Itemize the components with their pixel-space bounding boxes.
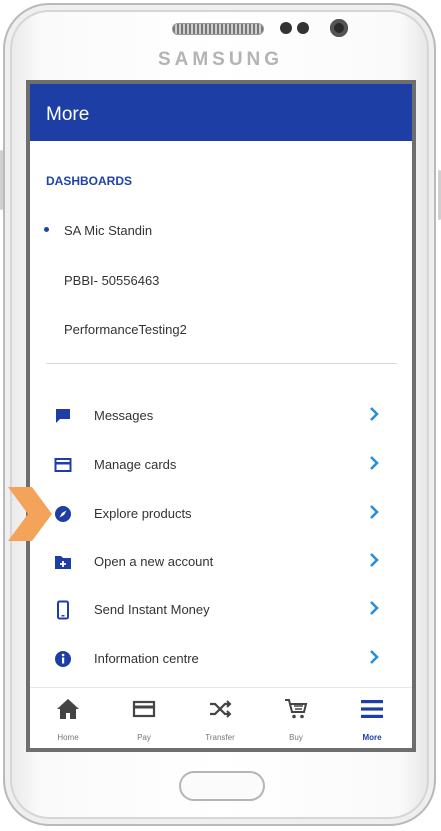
speaker-grille bbox=[172, 23, 264, 35]
home-icon bbox=[57, 699, 79, 719]
tab-pay[interactable]: Pay bbox=[106, 688, 182, 748]
tab-transfer[interactable]: Transfer bbox=[182, 688, 258, 748]
chevron-right-icon bbox=[370, 650, 379, 664]
menu-item-label: Send Instant Money bbox=[94, 602, 210, 617]
app-bar: More bbox=[30, 84, 412, 141]
sensor bbox=[280, 22, 292, 34]
sensor bbox=[297, 22, 309, 34]
menu-item-label: Messages bbox=[94, 408, 154, 423]
tab-label: More bbox=[362, 733, 382, 742]
menu-item-manage-cards[interactable]: Manage cards bbox=[30, 445, 412, 485]
dashboard-item[interactable]: PBBI- 50556463 bbox=[64, 273, 159, 288]
volume-button bbox=[0, 150, 3, 210]
info-icon bbox=[55, 651, 71, 667]
tab-more[interactable]: More bbox=[334, 688, 410, 748]
menu-item-send-instant-money[interactable]: Send Instant Money bbox=[30, 590, 412, 630]
dashboards-heading: DASHBOARDS bbox=[46, 174, 133, 188]
device-brand: SAMSUNG bbox=[157, 49, 284, 70]
cart-icon bbox=[285, 699, 308, 719]
message-icon bbox=[56, 409, 70, 423]
tab-buy[interactable]: Buy bbox=[258, 688, 334, 748]
menu-icon bbox=[361, 700, 383, 718]
app-screen: More DASHBOARDS SA Mic Standin PBBI- 505… bbox=[26, 80, 416, 752]
folder-add-icon bbox=[55, 556, 71, 569]
menu-item-explore-products[interactable]: Explore products bbox=[30, 494, 412, 534]
chevron-right-icon bbox=[370, 505, 379, 519]
pointer-arrow-icon bbox=[8, 487, 52, 541]
tab-label: Home bbox=[57, 733, 79, 742]
dashboard-item[interactable]: PerformanceTesting2 bbox=[64, 322, 187, 337]
front-camera bbox=[330, 19, 348, 37]
selected-dot-icon bbox=[44, 227, 49, 232]
home-hardware-button[interactable] bbox=[179, 771, 265, 801]
phone-icon bbox=[57, 600, 69, 620]
card-icon bbox=[132, 700, 156, 718]
menu-item-label: Explore products bbox=[94, 506, 192, 521]
tab-label: Transfer bbox=[205, 733, 235, 742]
tab-label: Buy bbox=[289, 733, 303, 742]
menu-item-open-account[interactable]: Open a new account bbox=[30, 542, 412, 582]
bottom-tab-bar: Home Pay Transfer Buy More bbox=[30, 687, 412, 748]
page-title: More bbox=[46, 104, 90, 125]
menu-item-label: Manage cards bbox=[94, 457, 177, 472]
chevron-right-icon bbox=[370, 601, 379, 615]
menu-item-information-centre[interactable]: Information centre bbox=[30, 639, 412, 679]
dashboard-item[interactable]: SA Mic Standin bbox=[64, 223, 152, 238]
menu-item-label: Information centre bbox=[94, 651, 199, 666]
tab-home[interactable]: Home bbox=[30, 688, 106, 748]
divider bbox=[46, 363, 397, 364]
card-icon bbox=[54, 458, 72, 472]
menu-item-label: Open a new account bbox=[94, 554, 214, 569]
menu-item-messages[interactable]: Messages bbox=[30, 396, 412, 436]
tab-label: Pay bbox=[137, 733, 151, 742]
chevron-right-icon bbox=[370, 553, 379, 567]
compass-icon bbox=[55, 506, 71, 522]
shuffle-icon bbox=[210, 700, 232, 718]
chevron-right-icon bbox=[370, 407, 379, 421]
chevron-right-icon bbox=[370, 456, 379, 470]
